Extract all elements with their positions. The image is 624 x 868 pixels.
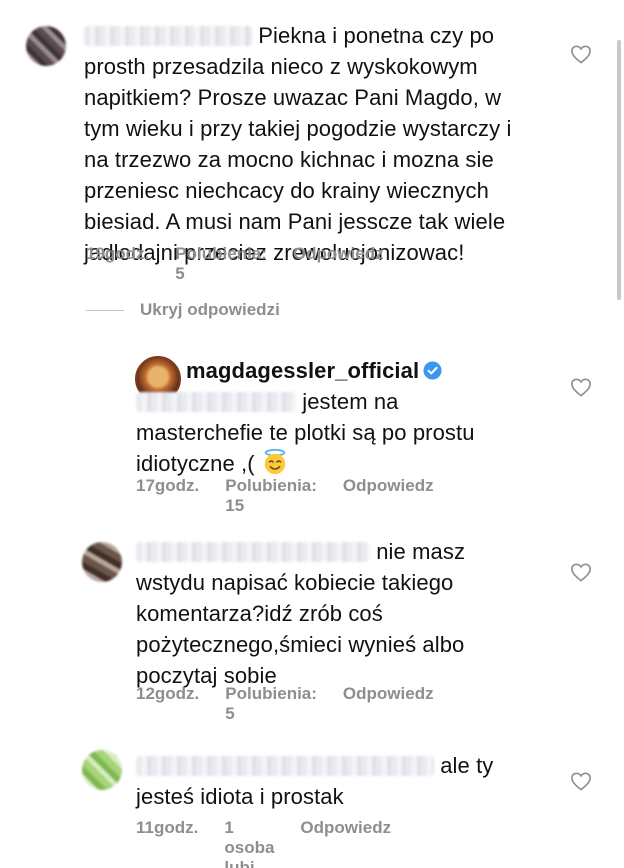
blurred-username[interactable] [84,26,252,46]
comment-time: 19godz. [86,244,150,263]
comment-body: Piekna i ponetna czy po prosth przesadzi… [84,23,512,265]
comment-meta: 17godz. Polubienia: 15 Odpowiedz [136,476,434,516]
comment-text: nie masz wstydu napisać kobiecie takiego… [136,536,536,691]
likes-count[interactable]: 1 osoba lubi to [224,818,274,868]
username[interactable]: magdagessler_official [186,358,419,383]
verified-badge-icon [423,361,442,380]
heart-outline-icon[interactable] [570,562,592,582]
avatar[interactable] [26,26,66,66]
divider [86,309,124,311]
comment-time: 12godz. [136,684,200,703]
comment-meta: 11godz. 1 osoba lubi to Odpowiedz [136,818,391,868]
reply-button[interactable]: Odpowiedz [343,684,434,724]
blurred-mention[interactable] [136,756,434,776]
reply-button[interactable]: Odpowiedz [293,244,384,284]
reply-button[interactable]: Odpowiedz [300,818,391,868]
likes-count[interactable]: Polubienia: 5 [225,684,317,724]
hide-replies-label: Ukryj odpowiedzi [140,300,280,319]
heart-outline-icon[interactable] [570,44,592,64]
avatar[interactable] [82,542,122,582]
comment-meta: 19godz. Polubienia: 5 Odpowiedz [86,244,384,284]
reply-button[interactable]: Odpowiedz [343,476,434,516]
comment-meta: 12godz. Polubienia: 5 Odpowiedz [136,684,434,724]
comment-time: 11godz. [136,818,199,837]
hide-replies-button[interactable]: Ukryj odpowiedzi [86,300,280,320]
heart-outline-icon[interactable] [570,377,592,397]
blurred-mention[interactable] [136,392,296,412]
comment-text: ale ty jesteś idiota i prostak [136,750,536,812]
avatar[interactable] [82,750,122,790]
comment-time: 17godz. [136,476,200,495]
smiling-face-with-halo-icon [264,448,286,475]
likes-count[interactable]: Polubienia: 5 [175,244,267,284]
heart-outline-icon[interactable] [570,771,592,791]
blurred-mention[interactable] [136,542,370,562]
likes-count[interactable]: Polubienia: 15 [225,476,317,516]
comment-text: Piekna i ponetna czy po prosth przesadzi… [84,20,524,268]
comment-text: magdagessler_official jestem na masterch… [136,355,526,479]
scrollbar[interactable] [617,40,621,300]
